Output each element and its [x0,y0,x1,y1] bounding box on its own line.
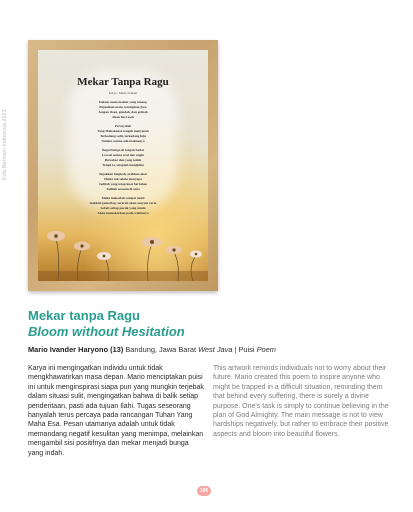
artwork-frame: Mekar Tanpa Ragu Karya : Mario Ivander D… [28,40,218,291]
artwork-image: Mekar Tanpa Ragu Karya : Mario Ivander D… [38,50,208,281]
poem-stanza: Tegakkan langkah, arahkan akar Dunia tak… [38,172,208,192]
poem-stanza: Percayalah Yang Mahakuasa tengah menyusu… [38,124,208,144]
poem-title: Mekar Tanpa Ragu [77,76,169,88]
artwork-title: Mekar tanpa Ragu [28,308,140,323]
side-label: Kids Bermain Indonesia 2023 [2,109,8,180]
page-number-badge: 196 [197,486,211,496]
author-location: Bandung, Jawa Barat [125,345,197,354]
poem-line: Namun semua ada maknanya [101,139,145,143]
description-english: This artwork reminds individuals not to … [213,365,389,438]
poem-stanza: Dalam suatu malam yang tenang Pujanikan … [38,100,208,120]
author-genre: Puisi [238,345,255,354]
poem-byline: Karya : Mario Ivander [108,91,138,95]
poem-stanza: Bagai bunga di tengah badai Lewati semua… [38,148,208,168]
poem-stanza: Maka mekarlah sampai nanti mekkah gemerl… [38,196,208,216]
description-indonesian: Karya ini mengingatkan individu untuk ti… [28,365,204,457]
author-location-en: West Java [198,345,233,354]
poster-text: Mekar Tanpa Ragu Karya : Mario Ivander D… [38,76,208,220]
poem-line: Akan memekarkan pada waktunya [97,211,149,215]
artwork-subtitle: Bloom without Hesitation [28,324,185,339]
poem-line: Tetapi ia, tetaplah mengkilat [102,163,144,167]
poem-line: Akan hari esok [111,115,135,119]
author-separator: | [234,345,237,354]
author-name: Mario Ivander Haryono (13) [28,345,124,354]
author-line: Mario Ivander Haryono (13) Bandung, Jawa… [28,345,276,354]
author-genre-en: Poem [256,345,276,354]
poem-line: Jadilah sesuatu di sana [106,187,140,191]
